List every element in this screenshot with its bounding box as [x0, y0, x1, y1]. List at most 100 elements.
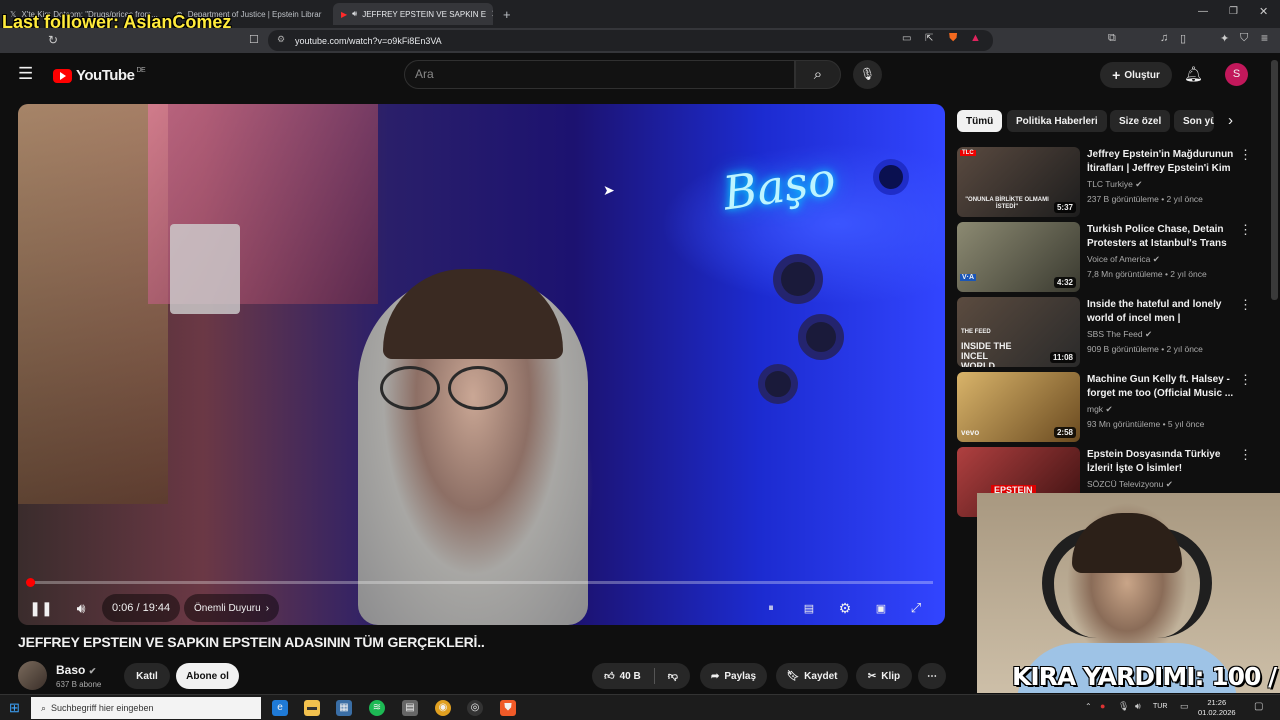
thumbs-down-icon[interactable]: 👎︎	[668, 670, 678, 682]
bookmark-icon[interactable]: ☐	[249, 33, 259, 46]
more-vertical-icon[interactable]: ⋮	[1239, 147, 1252, 163]
silver-play-button-award	[170, 224, 240, 314]
more-vertical-icon[interactable]: ⋮	[1239, 222, 1252, 238]
tray-network-icon[interactable]: ▭	[1180, 701, 1189, 712]
channel-text: SÖZCÜ Televizyonu	[1087, 479, 1164, 489]
input-language[interactable]: TUR	[1153, 703, 1167, 710]
address-bar: ↻ ☐ ⚙ youtube.com/watch?v=o9kFi8En3VA ▭ …	[0, 28, 1280, 53]
settings-button[interactable]: ⚙	[834, 594, 856, 622]
region-code: DE	[136, 67, 146, 74]
like-count[interactable]: 40 B	[620, 671, 641, 682]
video-player[interactable]: Başo ➤ ❚❚ 🔊︎ 0:06 / 19:44 Önemli Duyuru …	[18, 104, 945, 625]
chevron-right-icon[interactable]: ›	[1228, 112, 1233, 129]
plus-icon: +	[1112, 67, 1121, 83]
tray-chevron-up-icon[interactable]: ⌃	[1085, 702, 1092, 711]
more-vertical-icon[interactable]: ⋮	[1239, 372, 1252, 388]
recommendation-item[interactable]: vevo 2:58 Machine Gun Kelly ft. Halsey -…	[957, 372, 1277, 442]
save-button[interactable]: 🔖︎ Kaydet	[776, 663, 848, 689]
site-info-icon[interactable]: ⚙	[277, 34, 285, 45]
chip-for-you[interactable]: Size özel	[1110, 110, 1171, 132]
account-avatar[interactable]: S	[1225, 63, 1248, 86]
miniplayer-button[interactable]: ▣	[870, 594, 892, 622]
volume-icon: 🔊︎	[76, 599, 86, 616]
minimize-icon[interactable]: —	[1198, 6, 1208, 17]
notification-center-icon[interactable]: ▢	[1254, 701, 1263, 712]
chip-politics[interactable]: Politika Haberleri	[1007, 110, 1107, 132]
file-explorer-icon[interactable]: ▬	[304, 700, 320, 716]
vpn-icon[interactable]: ⛉	[1240, 32, 1248, 45]
recommendation-title: Epstein Dosyasında Türkiye İzleri! İşte …	[1087, 449, 1221, 474]
extensions-icon[interactable]: ⧉	[1108, 32, 1116, 45]
join-button[interactable]: Katıl	[124, 663, 170, 689]
chrome-icon[interactable]: ◉	[435, 700, 451, 716]
url-field[interactable]: ⚙ youtube.com/watch?v=o9kFi8En3VA	[268, 30, 993, 51]
recommendation-meta: 93 Mn görüntüleme • 5 yıl önce	[1087, 419, 1205, 429]
thumbs-up-icon[interactable]: 👍︎	[604, 670, 614, 682]
more-actions-button[interactable]: ⋯	[918, 663, 946, 689]
scissors-icon: ✂	[867, 670, 877, 682]
brave-icon[interactable]: ⛊	[500, 700, 516, 716]
video-title: JEFFREY EPSTEIN VE SAPKIN EPSTEIN ADASIN…	[18, 634, 485, 650]
windows-start-icon[interactable]: ⊞	[9, 700, 20, 716]
notifications-bell-icon[interactable]: 🔔︎	[1184, 65, 1203, 83]
tray-volume-icon[interactable]: 🔊︎	[1135, 701, 1141, 712]
close-window-icon[interactable]: ✕	[1259, 5, 1268, 18]
channel-name[interactable]: Baso ✔	[56, 663, 96, 677]
share-button[interactable]: ➦ Paylaş	[700, 663, 767, 689]
sidebar-toggle-icon[interactable]: ▯	[1180, 32, 1186, 45]
search-button[interactable]: ⌕	[795, 60, 841, 89]
chip-all[interactable]: Tümü	[957, 110, 1003, 132]
brave-shield-icon[interactable]: ⛊	[949, 32, 957, 45]
new-tab-button[interactable]: +	[495, 3, 515, 25]
cast-icon[interactable]: ▭	[902, 33, 911, 44]
system-clock[interactable]: 21:26 01.02.2026	[1198, 698, 1236, 718]
recommendation-item[interactable]: V·A 4:32 Turkish Police Chase, Detain Pr…	[957, 222, 1277, 292]
tab-youtube-active[interactable]: ▶ 🔊︎ JEFFREY EPSTEIN VE SAPKIN E ✕	[333, 3, 493, 25]
hamburger-menu-icon[interactable]: ☰	[18, 64, 33, 84]
pause-icon: ❚❚	[29, 599, 53, 616]
brave-rewards-icon[interactable]: ▲	[970, 32, 981, 44]
subscribe-button[interactable]: Abone ol	[176, 663, 239, 689]
clip-button[interactable]: ✂ Klip	[856, 663, 912, 689]
edge-icon[interactable]: e	[272, 700, 288, 716]
chapter-button[interactable]: Önemli Duyuru ›	[184, 594, 280, 622]
recommendation-item[interactable]: THE FEED INSIDE THE INCEL WORLD 11:08 In…	[957, 297, 1277, 367]
leo-ai-icon[interactable]: ✦	[1220, 32, 1229, 45]
search-input[interactable]: Ara	[404, 60, 795, 89]
search-icon: ⌕	[41, 702, 47, 713]
volume-button[interactable]: 🔊︎	[66, 594, 96, 622]
subtitles-button[interactable]: ▤	[798, 594, 820, 622]
tray-mic-icon[interactable]: 🎙︎	[1118, 701, 1129, 712]
fullscreen-button[interactable]: ⤢	[905, 594, 927, 622]
obs-icon[interactable]: ◎	[467, 700, 483, 716]
reload-icon[interactable]: ↻	[48, 33, 58, 47]
taskbar-search-input[interactable]: ⌕ Suchbegriff hier eingeben	[31, 697, 261, 719]
progress-scrubber[interactable]	[26, 578, 35, 587]
more-vertical-icon[interactable]: ⋮	[1239, 297, 1252, 313]
more-vertical-icon[interactable]: ⋮	[1239, 447, 1252, 463]
verified-icon: ✔	[1135, 179, 1143, 189]
autoplay-toggle[interactable]: ⏸	[760, 594, 782, 622]
channel-avatar[interactable]	[18, 661, 47, 690]
wall-painting	[18, 104, 168, 504]
share-icon[interactable]: ⇱	[925, 33, 933, 44]
page-scrollbar[interactable]	[1271, 60, 1278, 300]
store-icon[interactable]: ▦	[336, 700, 352, 716]
recommendation-item[interactable]: TLC "ONUNLA BİRLİKTE OLMAMI İSTEDİ" 5:37…	[957, 147, 1277, 217]
close-tab-icon[interactable]: ✕	[491, 9, 493, 20]
recommendation-channel: mgk ✔	[1087, 404, 1113, 415]
create-button[interactable]: + Oluştur	[1100, 62, 1172, 88]
spotify-icon[interactable]: ≋	[369, 700, 385, 716]
menu-icon[interactable]: ≡	[1261, 31, 1268, 45]
more-horizontal-icon: ⋯	[927, 670, 937, 682]
chip-recent[interactable]: Son yü	[1174, 110, 1214, 132]
calculator-icon[interactable]: ▤	[402, 700, 418, 716]
maximize-icon[interactable]: ❐	[1229, 6, 1238, 17]
subtitles-icon: ▤	[803, 602, 815, 615]
tray-app-icon[interactable]: ●	[1100, 701, 1105, 711]
music-icon[interactable]: ♫	[1160, 32, 1168, 44]
youtube-logo[interactable]: YouTube DE	[53, 67, 146, 84]
progress-bar[interactable]	[30, 581, 933, 584]
pause-button[interactable]: ❚❚	[26, 594, 56, 622]
voice-search-button[interactable]: 🎙︎	[853, 60, 882, 89]
